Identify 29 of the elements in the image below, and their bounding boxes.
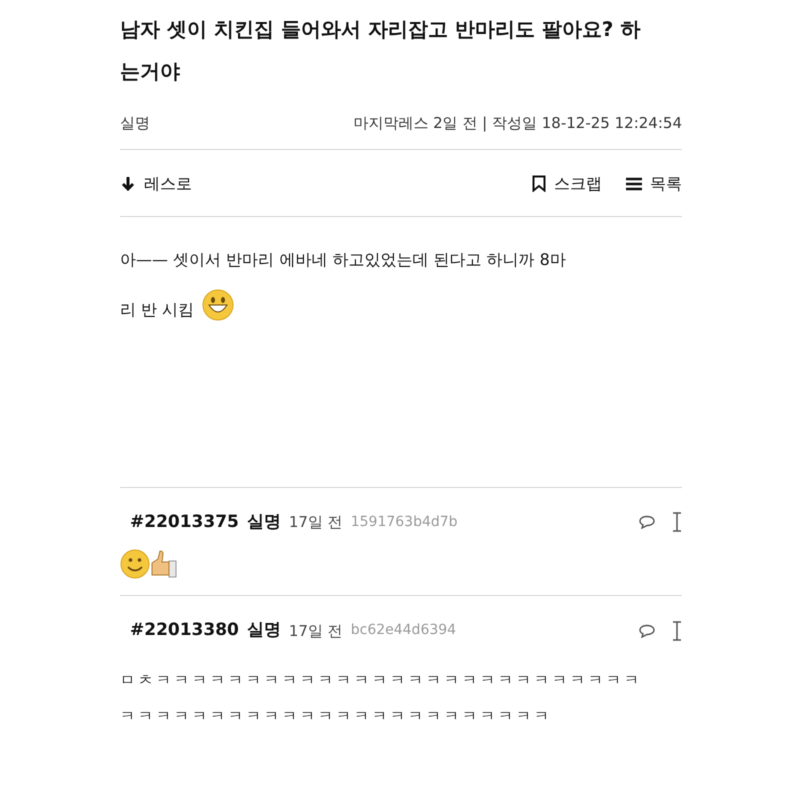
comment-body: ㅋㅋㅋㅋㅋㅋㅋㅋㅋㅋㅋㅋㅋㅋㅋㅋㅋㅋㅋㅋㅋㅋㅋㅋ — [120, 706, 553, 726]
comment-hash: 1591763b4d7b — [350, 512, 458, 532]
comment-time: 17일 전 — [288, 512, 343, 533]
post-body: 아—— 셋이서 반마리 에바네 하고있었는데 된다고 하니까 8마 — [120, 248, 566, 270]
comment-author: 실명 — [246, 619, 281, 642]
bookmark-icon — [532, 175, 546, 192]
reply-link[interactable]: 레스로 — [120, 172, 192, 196]
comment-reply-icon[interactable] — [638, 515, 656, 530]
post-meta: 마지막레스 2일 전 | 작성일 18-12-25 12:24:54 — [353, 113, 682, 134]
post-title: 는거야 — [120, 58, 181, 85]
menu-icon — [626, 176, 642, 190]
comment-body: ㅁㅊㅋㅋㅋㅋㅋㅋㅋㅋㅋㅋㅋㅋㅋㅋㅋㅋㅋㅋㅋㅋㅋㅋㅋㅋㅋㅋㅋ — [120, 670, 643, 690]
comment-number: #22013375 — [130, 510, 239, 534]
comment-hash: bc62e44d6394 — [350, 621, 456, 640]
thumbs-up-icon — [150, 549, 178, 579]
scrap-button[interactable]: 스크랩 — [532, 172, 602, 196]
text-cursor-icon[interactable] — [672, 620, 682, 641]
post-title: 남자 셋이 치킨집 들어와서 자리잡고 반마리도 팔아요? 하 — [120, 16, 642, 43]
grinning-face-icon — [202, 288, 234, 320]
author-name: 실명 — [120, 113, 150, 134]
comment-reply-icon[interactable] — [638, 624, 656, 638]
arrow-down-icon — [120, 176, 136, 192]
comment-author: 실명 — [246, 510, 281, 534]
list-button[interactable]: 목록 — [626, 172, 682, 196]
post-body: 리 반 시킴 — [120, 298, 194, 320]
comment-number: #22013380 — [130, 619, 239, 642]
smiley-face-icon — [120, 549, 150, 579]
comment-time: 17일 전 — [288, 620, 343, 642]
text-cursor-icon[interactable] — [672, 512, 682, 532]
